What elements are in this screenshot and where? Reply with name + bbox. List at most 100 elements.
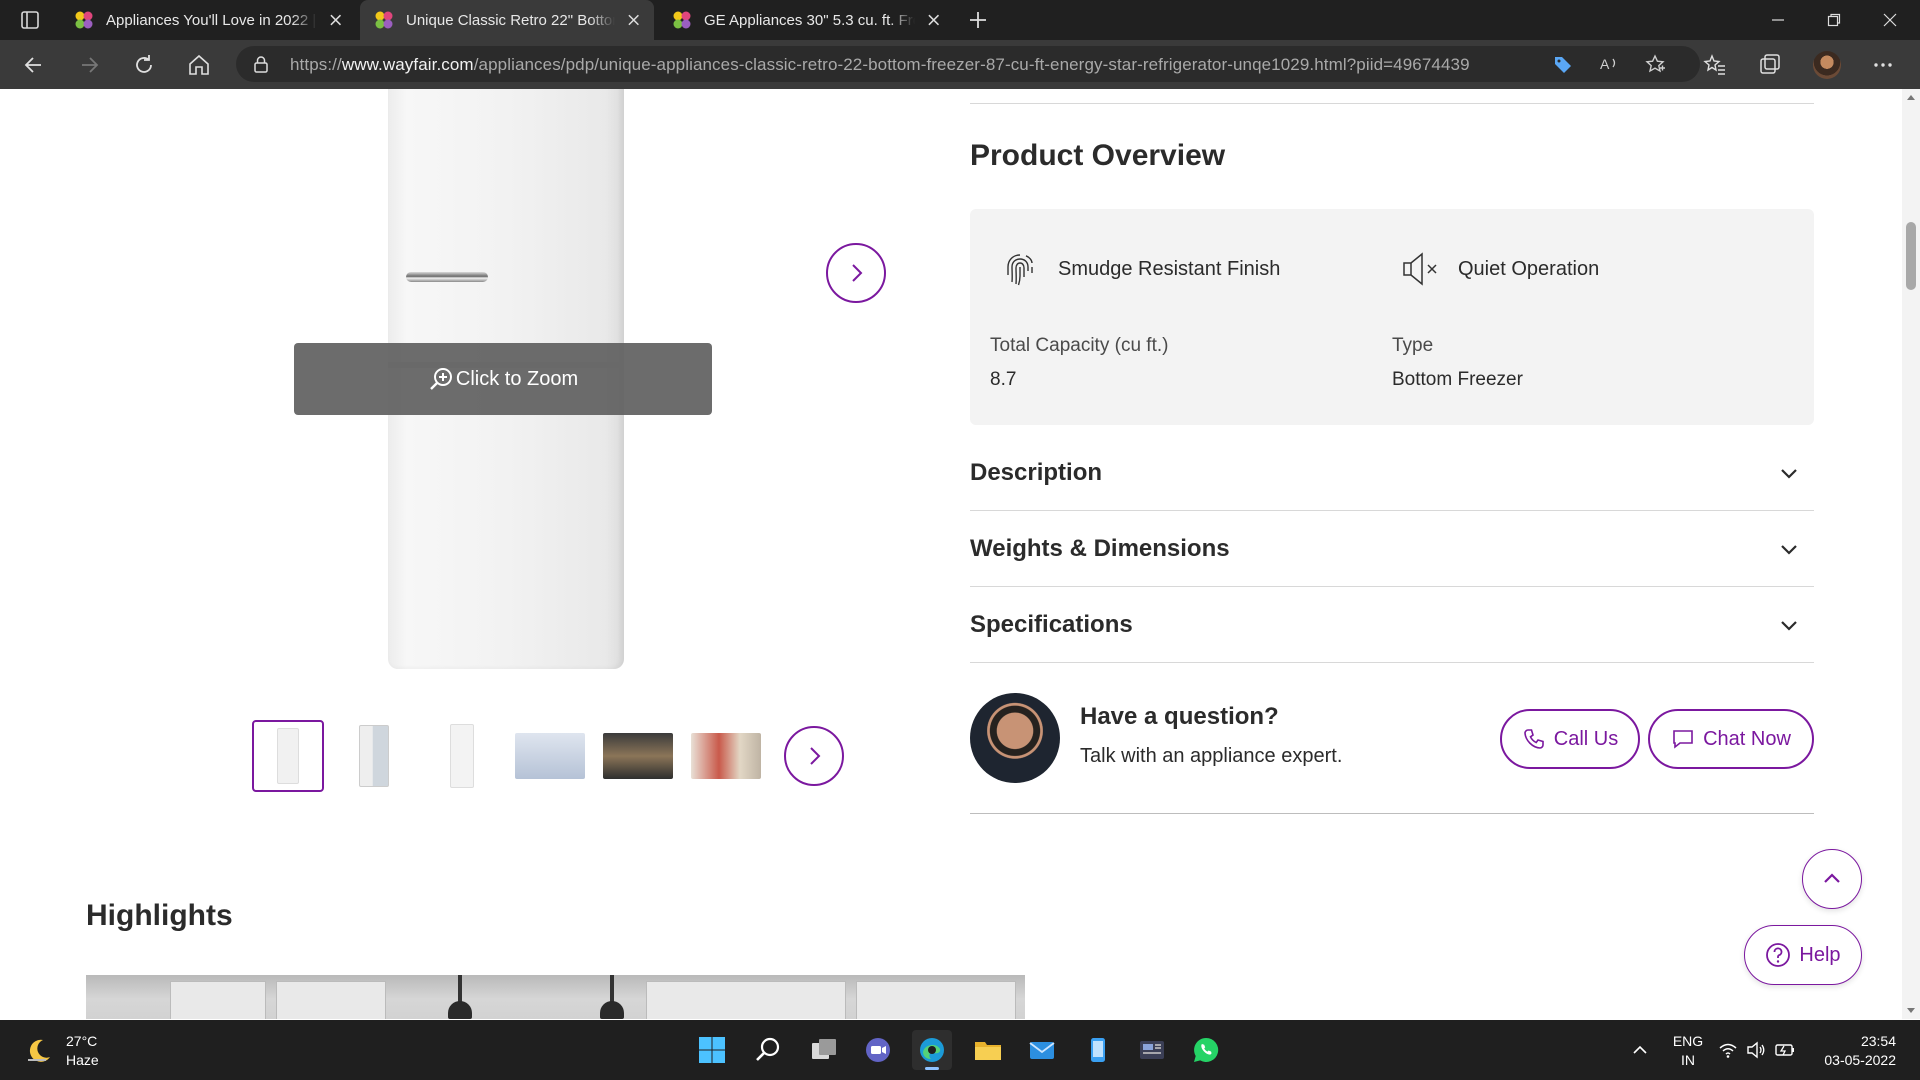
thumbnail-image — [359, 725, 389, 787]
tab-actions-icon[interactable] — [16, 8, 44, 32]
search-button[interactable] — [748, 1030, 788, 1070]
thumbnail-image — [515, 733, 585, 779]
back-icon[interactable] — [21, 52, 47, 78]
moon-weather-icon — [28, 1039, 50, 1062]
more-options-icon[interactable] — [1870, 52, 1896, 78]
chat-now-button[interactable]: Chat Now — [1648, 709, 1814, 769]
thumbnail-6[interactable] — [690, 720, 762, 792]
next-thumbnails-button[interactable] — [784, 726, 844, 786]
svg-text:A: A — [1600, 56, 1610, 72]
help-button[interactable]: Help — [1744, 925, 1862, 985]
home-icon[interactable] — [186, 52, 212, 78]
feature-quiet-operation: Quiet Operation — [1400, 249, 1599, 289]
thumbnail-4[interactable] — [514, 720, 586, 792]
edge-browser-button[interactable] — [912, 1030, 952, 1070]
forward-icon[interactable] — [76, 52, 102, 78]
close-window-button[interactable] — [1862, 0, 1918, 40]
add-favorite-icon[interactable] — [1644, 53, 1666, 75]
language-code: ENG — [1672, 1033, 1704, 1049]
address-bar[interactable]: https://www.wayfair.com/appliances/pdp/u… — [236, 46, 1700, 82]
favorites-icon[interactable] — [1702, 52, 1728, 78]
news-app-icon — [1140, 1041, 1164, 1059]
chevron-up-icon[interactable] — [1632, 1042, 1648, 1058]
clock-time: 23:54 — [1860, 1033, 1896, 1049]
chevron-right-icon — [852, 264, 863, 282]
region-code: IN — [1681, 1052, 1695, 1068]
scroll-to-top-button[interactable] — [1802, 849, 1862, 909]
weather-widget[interactable]: 27°C Haze — [24, 1032, 99, 1070]
phone-link-icon — [1091, 1038, 1105, 1062]
minimize-button[interactable] — [1750, 0, 1806, 40]
scrollbar-thumb[interactable] — [1906, 222, 1916, 290]
thumbnail-5[interactable] — [602, 720, 674, 792]
lock-icon[interactable] — [252, 55, 270, 73]
shopping-tag-icon[interactable] — [1552, 53, 1574, 75]
zoom-in-icon — [430, 368, 452, 390]
divider — [970, 103, 1814, 104]
chat-camera-icon — [866, 1038, 890, 1062]
whatsapp-button[interactable] — [1186, 1030, 1226, 1070]
thumbnail-3[interactable] — [426, 720, 498, 792]
feature-label: Smudge Resistant Finish — [1058, 257, 1281, 280]
tab-title: GE Appliances 30" 5.3 cu. ft. Freestandi… — [704, 11, 915, 29]
file-explorer-button[interactable] — [968, 1030, 1008, 1070]
browser-tab-ge-appliances[interactable]: GE Appliances 30" 5.3 cu. ft. Freestandi… — [658, 0, 954, 40]
scroll-up-arrow-icon[interactable] — [1907, 95, 1915, 100]
thumbnail-1[interactable] — [252, 720, 324, 792]
volume-icon[interactable] — [1746, 1040, 1766, 1060]
accordion-label: Weights & Dimensions — [970, 534, 1230, 562]
mail-icon — [1029, 1042, 1055, 1059]
profile-avatar[interactable] — [1813, 51, 1841, 79]
next-image-button[interactable] — [826, 243, 886, 303]
click-to-zoom-button[interactable]: Click to Zoom — [294, 343, 712, 415]
read-aloud-icon[interactable]: A — [1598, 53, 1620, 75]
accordion-label: Description — [970, 458, 1103, 486]
new-tab-icon[interactable] — [966, 8, 990, 32]
pendant-lamp-shape — [600, 975, 624, 1019]
accordion-label: Specifications — [970, 610, 1133, 638]
accordion-weights-dimensions[interactable]: Weights & Dimensions — [970, 511, 1814, 587]
close-tab-icon[interactable] — [627, 13, 640, 27]
feature-smudge-resistant: Smudge Resistant Finish — [1000, 249, 1280, 289]
cabinet-shape — [170, 981, 266, 1019]
zoom-label: Click to Zoom — [455, 367, 579, 390]
accordion-specifications[interactable]: Specifications — [970, 587, 1814, 663]
close-tab-icon[interactable] — [329, 13, 342, 27]
wayfair-favicon-icon — [673, 11, 691, 29]
highlights-image — [86, 975, 1025, 1019]
scroll-down-arrow-icon[interactable] — [1907, 1008, 1915, 1013]
windows-taskbar: 27°C Haze ENG IN 23:54 03-05-2022 — [0, 1020, 1920, 1080]
input-language-indicator[interactable]: ENG IN — [1668, 1032, 1708, 1070]
teams-chat-button[interactable] — [858, 1030, 898, 1070]
wayfair-favicon-icon — [375, 11, 393, 29]
phone-link-button[interactable] — [1078, 1030, 1118, 1070]
question-title: Have a question? — [1080, 703, 1279, 730]
refresh-icon[interactable] — [131, 52, 157, 78]
spec-value-type: Bottom Freezer — [1392, 369, 1523, 390]
accordion-description[interactable]: Description — [970, 435, 1814, 511]
folder-icon — [975, 1042, 1001, 1060]
battery-icon[interactable] — [1774, 1040, 1796, 1060]
call-us-button[interactable]: Call Us — [1500, 709, 1640, 769]
page-scrollbar[interactable] — [1902, 89, 1920, 1019]
start-button[interactable] — [692, 1030, 732, 1070]
url-text[interactable]: https://www.wayfair.com/appliances/pdp/u… — [290, 55, 1470, 75]
weather-description: Haze — [66, 1052, 99, 1068]
browser-tab-unique-retro[interactable]: Unique Classic Retro 22" Bottom Freezer … — [360, 0, 654, 40]
task-view-button[interactable] — [804, 1030, 844, 1070]
mail-button[interactable] — [1022, 1030, 1062, 1070]
browser-tab-appliances[interactable]: Appliances You'll Love in 2022 | Wayfair — [60, 0, 356, 40]
speaker-mute-icon — [1403, 252, 1437, 286]
news-app-button[interactable] — [1132, 1030, 1172, 1070]
wifi-icon[interactable] — [1718, 1040, 1738, 1060]
url-host: www.wayfair.com — [341, 55, 474, 74]
collections-icon[interactable] — [1757, 52, 1783, 78]
system-clock[interactable]: 23:54 03-05-2022 — [1816, 1032, 1896, 1070]
close-tab-icon[interactable] — [927, 13, 940, 27]
spec-label-type: Type — [1392, 335, 1434, 356]
thumbnail-2[interactable] — [338, 720, 410, 792]
restore-button[interactable] — [1806, 0, 1862, 40]
product-page: Click to Zoom Product Overview Smudge Re… — [0, 89, 1902, 1019]
spec-value-capacity: 8.7 — [990, 369, 1017, 390]
phone-icon — [1523, 729, 1544, 749]
